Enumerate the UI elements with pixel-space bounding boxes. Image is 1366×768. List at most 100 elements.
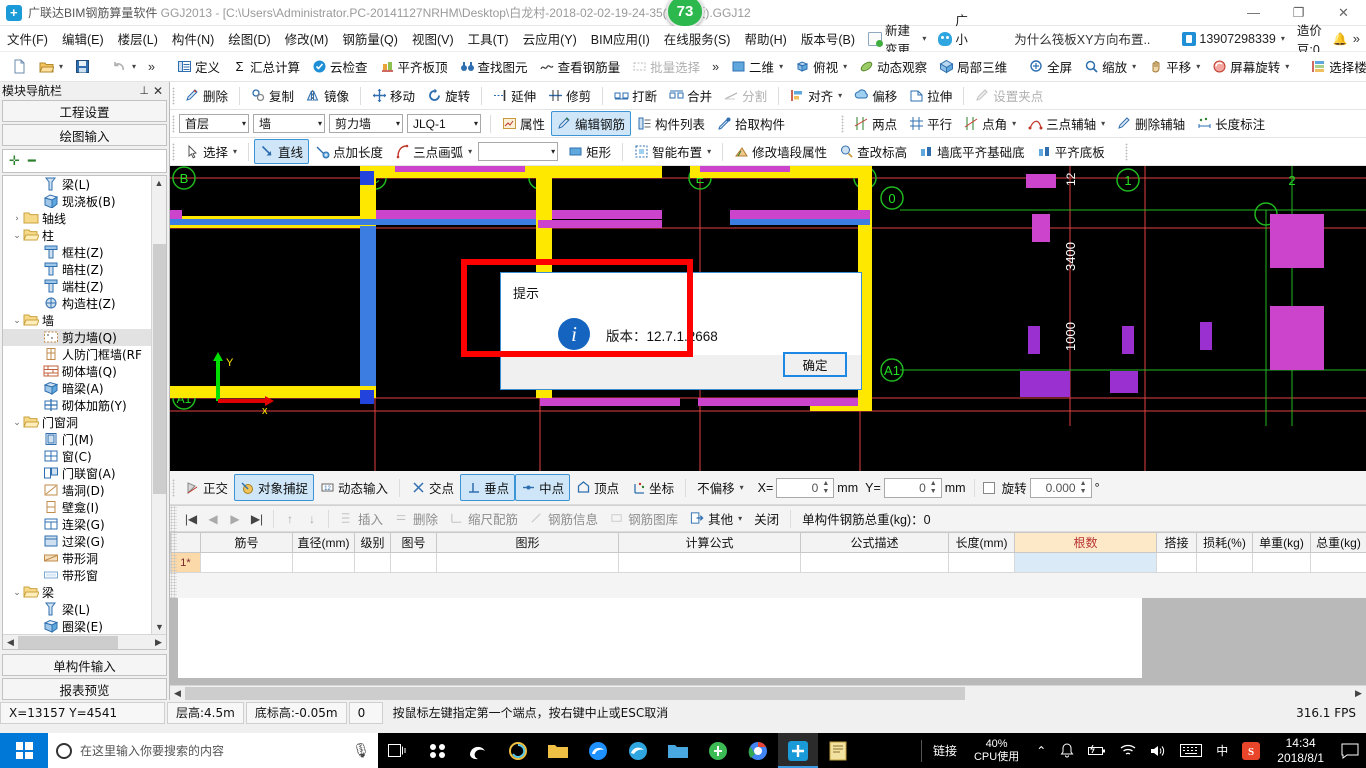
draw-toolbar-grip-end[interactable]: [1124, 142, 1128, 161]
tree-item-22[interactable]: 带形洞: [3, 550, 151, 567]
pin-icon[interactable]: ⊥: [139, 84, 153, 97]
axis-toolbar-grip[interactable]: [841, 114, 845, 133]
point-angle-chevron-down-icon[interactable]: ▾: [1012, 119, 1016, 128]
menu-floor[interactable]: 楼层(L): [111, 26, 165, 51]
tree-item-15[interactable]: 门(M): [3, 431, 151, 448]
cell-shape[interactable]: [436, 552, 619, 573]
rebar-table[interactable]: 筋号 直径(mm) 级别 图号 图形 计算公式 公式描述 长度(mm) 根数 搭…: [170, 532, 1366, 573]
grid-scroll-right-icon[interactable]: ▶: [1351, 688, 1366, 699]
report-preview-button[interactable]: 报表预览: [2, 678, 167, 700]
col-length[interactable]: 长度(mm): [948, 532, 1015, 553]
cell-diameter[interactable]: [292, 552, 355, 573]
menu-cloud-apps[interactable]: 云应用(Y): [516, 26, 584, 51]
menu-member[interactable]: 构件(N): [165, 26, 221, 51]
point-angle-axis-button[interactable]: 点角 ▾: [958, 111, 1022, 136]
scroll-right-icon[interactable]: ▶: [151, 637, 166, 648]
line-tool-button[interactable]: 直线: [254, 139, 310, 164]
start-button[interactable]: [0, 733, 48, 768]
tree-item-16[interactable]: 窗(C): [3, 448, 151, 465]
define-button[interactable]: 定义: [171, 54, 226, 79]
panel-close-icon[interactable]: ✕: [153, 84, 169, 98]
pan-button[interactable]: 平移 ▾: [1142, 54, 1206, 79]
fullscreen-button[interactable]: 全屏: [1023, 54, 1078, 79]
single-member-input-button[interactable]: 单构件输入: [2, 654, 167, 676]
zoom-button[interactable]: 缩放 ▾: [1078, 54, 1142, 79]
tree-collapse-icon[interactable]: ⌄: [11, 588, 23, 598]
y-offset-input[interactable]: 0 ▲ ▼: [883, 477, 942, 498]
type-combo[interactable]: 剪力墙 ▾: [329, 114, 403, 133]
copy-button[interactable]: 复制: [245, 83, 300, 108]
find-element-button[interactable]: 查找图元: [454, 54, 534, 79]
open-file-button[interactable]: ▾: [33, 56, 69, 77]
next-record-icon[interactable]: ▶: [224, 512, 246, 526]
taskbar-app-note-icon[interactable]: [818, 733, 858, 768]
sogou-ime-icon[interactable]: S: [1235, 741, 1267, 760]
cell-unit-weight[interactable]: [1252, 552, 1311, 573]
taskbar-app-green-circle-icon[interactable]: [698, 733, 738, 768]
member-combo[interactable]: JLQ-1 ▾: [407, 114, 481, 133]
tree-item-5[interactable]: 暗柱(Z): [3, 261, 151, 278]
cell-length[interactable]: [948, 552, 1015, 573]
save-button[interactable]: [69, 56, 96, 77]
parallel-axis-button[interactable]: 平行: [903, 111, 958, 136]
y-offset-spinner[interactable]: ▲ ▼: [928, 480, 939, 496]
align-button[interactable]: 对齐 ▾: [784, 83, 848, 108]
tree-item-1[interactable]: 现浇板(B): [3, 193, 151, 210]
tree-vertical-scrollbar[interactable]: ▲ ▼: [151, 176, 166, 634]
tree-item-3[interactable]: ⌄ 柱: [3, 227, 151, 244]
tree-scroll-thumb[interactable]: [153, 244, 166, 494]
coordinate-snap-toggle[interactable]: 坐标: [625, 474, 680, 501]
three-point-arc-chevron-down-icon[interactable]: ▾: [468, 147, 472, 156]
rotate-input[interactable]: 0.000 ▲ ▼: [1029, 477, 1092, 498]
modify-toolbar-grip[interactable]: [172, 86, 175, 105]
rectangle-tool-button[interactable]: 矩形: [562, 139, 617, 164]
grid-scroll-left-icon[interactable]: ◀: [170, 688, 185, 699]
close-grid-button[interactable]: 关闭: [748, 506, 785, 531]
delete-row-button[interactable]: 删除: [389, 506, 444, 531]
batch-select-button[interactable]: 批量选择: [626, 54, 706, 79]
menu-rebar-qty[interactable]: 钢筋量(Q): [335, 26, 405, 51]
pick-member-button[interactable]: 拾取构件: [711, 111, 791, 136]
delete-aux-axis-button[interactable]: 删除辅轴: [1111, 111, 1191, 136]
taskbar-app-onenote-icon[interactable]: [418, 733, 458, 768]
view-2d-button[interactable]: 二维 ▾: [725, 54, 789, 79]
x-offset-input[interactable]: 0 ▲ ▼: [776, 477, 835, 498]
tree-item-26[interactable]: 圈梁(E): [3, 618, 151, 634]
prev-record-icon[interactable]: ◀: [202, 512, 224, 526]
menu-overflow-icon[interactable]: »: [1353, 31, 1360, 46]
cell-count[interactable]: [1014, 552, 1157, 573]
scroll-left-icon[interactable]: ◀: [3, 637, 18, 648]
cell-rebar-number[interactable]: [200, 552, 293, 573]
rebar-horizontal-scrollbar[interactable]: ◀ ▶: [170, 685, 1366, 700]
tree-item-18[interactable]: 墙洞(D): [3, 482, 151, 499]
battery-icon[interactable]: [1081, 744, 1113, 757]
tree-item-20[interactable]: 连梁(G): [3, 516, 151, 533]
account-button[interactable]: 13907298339 ▾: [1176, 30, 1291, 48]
align-slab-top-button[interactable]: 平齐板顶: [374, 54, 454, 79]
tree-item-7[interactable]: 构造柱(Z): [3, 295, 151, 312]
action-center-icon[interactable]: [1334, 743, 1366, 759]
microphone-icon[interactable]: 🎙: [352, 742, 370, 759]
tree-item-21[interactable]: 过梁(G): [3, 533, 151, 550]
view-rebar-qty-button[interactable]: 查看钢筋量: [534, 54, 627, 79]
smart-layout-chevron-down-icon[interactable]: ▾: [707, 147, 711, 156]
menu-help[interactable]: 帮助(H): [737, 26, 793, 51]
cloud-check-button[interactable]: 云检查: [306, 54, 374, 79]
ortho-toggle[interactable]: 正交: [179, 474, 234, 501]
three-point-arc-button[interactable]: 三点画弧 ▾: [389, 139, 478, 164]
select-floor-button[interactable]: 选择楼层: [1305, 54, 1366, 79]
task-view-icon[interactable]: [378, 733, 418, 768]
taskbar-clock[interactable]: 14:34 2018/8/1: [1267, 736, 1334, 766]
extend-button[interactable]: 延伸: [487, 83, 542, 108]
summary-calc-button[interactable]: Σ 汇总计算: [226, 54, 306, 79]
tree-item-24[interactable]: ⌄ 梁: [3, 584, 151, 601]
pan-chevron-down-icon[interactable]: ▾: [1196, 62, 1200, 71]
dynamic-observe-button[interactable]: 动态观察: [853, 54, 933, 79]
menu-version[interactable]: 版本号(B): [794, 26, 862, 51]
vertex-snap-toggle[interactable]: 顶点: [570, 474, 625, 501]
tree-item-19[interactable]: 壁龛(I): [3, 499, 151, 516]
menu-modify[interactable]: 修改(M): [278, 26, 336, 51]
cell-formula-desc[interactable]: [800, 552, 949, 573]
tree-collapse-icon[interactable]: ⌄: [11, 231, 23, 241]
modify-wall-segment-button[interactable]: 修改墙段属性: [728, 139, 833, 164]
